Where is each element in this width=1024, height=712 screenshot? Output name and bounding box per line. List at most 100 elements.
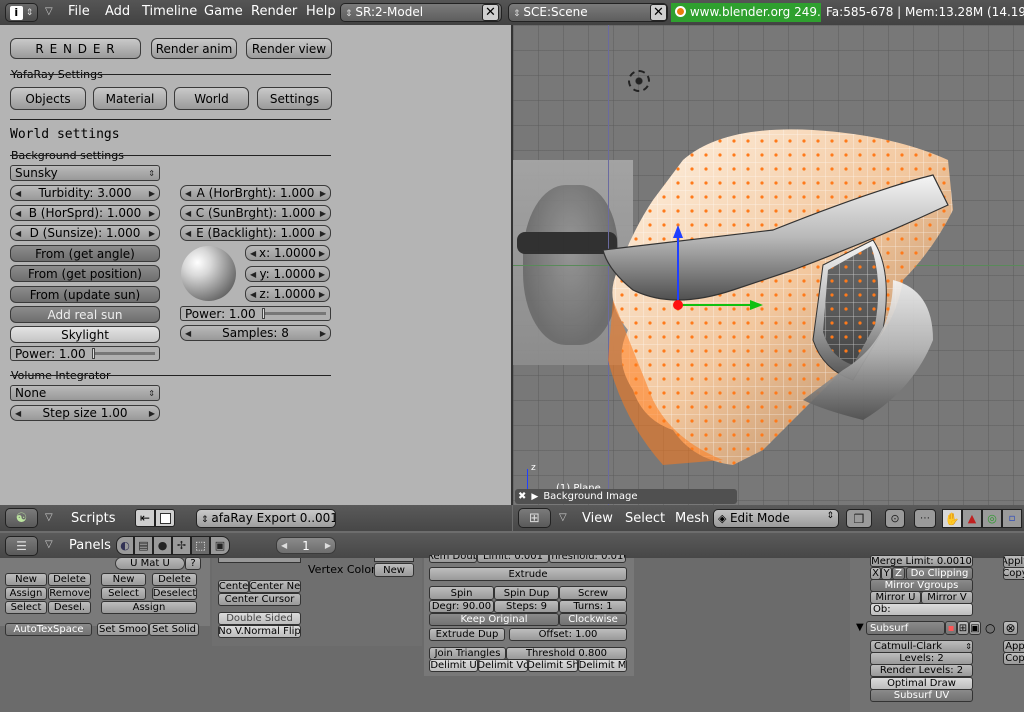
3d-cursor[interactable] xyxy=(628,70,650,92)
spin-button[interactable]: Spin xyxy=(429,586,494,600)
subsurf-modifier-header[interactable]: ▼ Subsurf ▪ ⊞ ▣ ○ ⊗ xyxy=(856,621,1024,636)
blender-url-link[interactable]: www.blender.org 249.2 xyxy=(671,3,821,22)
collapse-menu-icon[interactable]: ▽ xyxy=(45,6,53,17)
menu-select[interactable]: Select xyxy=(625,511,665,526)
render-view-button[interactable]: Render view xyxy=(246,38,332,59)
assign-vgroup-button[interactable]: Assign xyxy=(101,601,197,614)
power-slider-right[interactable]: Power: 1.00 xyxy=(180,306,331,321)
degrees-field[interactable]: Degr: 90.00 xyxy=(429,600,494,613)
offset-field[interactable]: Offset: 1.00 xyxy=(509,628,627,641)
buttons-window-icon[interactable]: ☰ xyxy=(5,536,38,556)
select-vgroup-button[interactable]: Select xyxy=(101,587,146,600)
add-real-sun-toggle[interactable]: Add real sun xyxy=(10,306,160,323)
draw-type-icon[interactable]: ❒ xyxy=(846,509,872,528)
step-size-field[interactable]: ◀ Step size 1.00 ▶ xyxy=(10,405,160,421)
editmode-toggle-icon[interactable]: ⊞ xyxy=(957,621,969,635)
view3d-window-icon[interactable]: ⊞ xyxy=(518,508,551,528)
menu-add[interactable]: Add xyxy=(105,4,130,19)
delete-modifier-button[interactable]: ⊗ xyxy=(1003,621,1018,635)
delimit-m-toggle[interactable]: Delimit M xyxy=(578,659,627,672)
sun-direction-sphere[interactable] xyxy=(181,246,236,301)
window-divider[interactable] xyxy=(511,25,513,505)
tab-world[interactable]: World xyxy=(174,87,249,110)
vertex-color-new-button[interactable]: New xyxy=(374,563,414,577)
delete-vgroup-button[interactable]: Delete xyxy=(152,573,197,586)
d-sunsize-field[interactable]: ◀ D (Sunsize): 1.000 ▶ xyxy=(10,225,160,241)
center-new-button[interactable]: Center Ne xyxy=(249,580,301,593)
scripts-menu[interactable]: Scripts xyxy=(71,511,115,526)
render-anim-button[interactable]: Render anim xyxy=(151,38,237,59)
mirror-object-field[interactable]: Ob: xyxy=(870,603,973,616)
center-cursor-button[interactable]: Center Cursor xyxy=(218,593,301,606)
3d-viewport[interactable]: z (1) Plane ✖ ▶ Background Image xyxy=(513,25,1024,505)
move-modifier-icon[interactable]: ○ xyxy=(985,621,995,635)
threshold-top-field[interactable]: Threshold: 0.010 xyxy=(549,555,626,563)
from-get-position-button[interactable]: From (get position) xyxy=(10,265,160,282)
no-vnormal-flip-toggle[interactable]: No V.Normal Flip xyxy=(218,625,301,638)
copy-button[interactable]: Cop xyxy=(1003,652,1024,665)
skylight-toggle[interactable]: Skylight xyxy=(10,326,160,343)
samples-field[interactable]: ◀ Samples: 8 ▶ xyxy=(180,325,331,341)
turns-field[interactable]: Turns: 1 xyxy=(559,600,627,613)
menu-render[interactable]: Render xyxy=(251,4,297,19)
delete-screen-button[interactable]: ✕ xyxy=(482,4,499,21)
a-horbrght-field[interactable]: ◀ A (HorBrght): 1.000 ▶ xyxy=(180,185,331,201)
merge-limit-field[interactable]: Merge Limit: 0.0010 xyxy=(870,555,973,567)
collapse-menu-icon[interactable]: ▽ xyxy=(559,512,567,523)
subsurf-uv-toggle[interactable]: Subsurf UV xyxy=(870,689,973,702)
mode-selector[interactable]: ◈ Edit Mode ⇕ xyxy=(713,509,839,528)
menu-game[interactable]: Game xyxy=(204,4,243,19)
autotexspace-toggle[interactable]: AutoTexSpace xyxy=(5,623,92,636)
script-window-icon[interactable]: ☯ xyxy=(5,508,38,528)
e-backlight-field[interactable]: ◀ E (Backlight): 1.000 ▶ xyxy=(180,225,331,241)
page-number-field[interactable]: ◀ 1 ▶ xyxy=(276,537,336,554)
script-selector[interactable]: ⇕ afaRay Export 0..001 xyxy=(196,509,336,528)
pivot-icon[interactable]: ⊙ xyxy=(885,509,905,528)
limit-field[interactable]: Limit: 0.001 xyxy=(477,555,549,563)
script-reload-button[interactable] xyxy=(155,509,175,527)
menu-view[interactable]: View xyxy=(582,511,613,526)
shading-context-icon[interactable]: ● xyxy=(153,536,172,555)
background-type-menu[interactable]: Sunsky ⇕ xyxy=(10,165,160,181)
delete-material-button[interactable]: Delete xyxy=(48,573,91,586)
new-vgroup-button[interactable]: New xyxy=(101,573,146,586)
modifier-name-field[interactable]: Subsurf xyxy=(866,621,945,635)
double-sided-toggle[interactable]: Double Sided xyxy=(218,612,301,625)
menu-timeline[interactable]: Timeline xyxy=(142,4,197,19)
scene-selector[interactable]: ⇕ SCE:Scene xyxy=(508,3,668,22)
centre-button[interactable]: Cente xyxy=(218,580,249,593)
collapse-menu-icon[interactable]: ▽ xyxy=(45,539,53,550)
back-arrow-button[interactable]: ⇤ xyxy=(135,509,155,527)
extrude-dup-button[interactable]: Extrude Dup xyxy=(429,628,505,641)
from-update-sun-button[interactable]: From (update sun) xyxy=(10,286,160,303)
steps-field[interactable]: Steps: 9 xyxy=(494,600,559,613)
info-icon[interactable]: i ⇕ xyxy=(5,3,38,22)
tab-material[interactable]: Material xyxy=(93,87,167,110)
rotate-manipulator-icon[interactable]: ◎ xyxy=(982,509,1002,528)
assign-material-button[interactable]: Assign xyxy=(5,587,47,600)
panels-menu[interactable]: Panels xyxy=(69,538,111,553)
transform-manipulator[interactable] xyxy=(663,220,773,320)
set-smooth-button[interactable]: Set Smoo xyxy=(97,623,149,636)
tab-objects[interactable]: Objects xyxy=(10,87,86,110)
b-horsprd-field[interactable]: ◀ B (HorSprd): 1.000 ▶ xyxy=(10,205,160,221)
from-get-angle-button[interactable]: From (get angle) xyxy=(10,245,160,262)
material-help-button[interactable]: ? xyxy=(185,557,201,570)
copy-button-top[interactable]: Copy xyxy=(1003,567,1024,580)
delete-scene-button[interactable]: ✕ xyxy=(650,4,667,21)
turbidity-field[interactable]: ◀ Turbidity: 3.000 ▶ xyxy=(10,185,160,201)
delimit-sh-toggle[interactable]: Delimit Sh xyxy=(528,659,578,672)
layers-icon[interactable]: ⋯ xyxy=(914,509,936,528)
rem-doub-button[interactable]: Rem Doub xyxy=(429,555,477,563)
script-context-icon[interactable]: ▤ xyxy=(134,536,153,555)
delimit-vc-toggle[interactable]: Delimit Vc xyxy=(478,659,528,672)
set-solid-button[interactable]: Set Solid xyxy=(149,623,199,636)
menu-help[interactable]: Help xyxy=(306,4,336,19)
menu-mesh[interactable]: Mesh xyxy=(675,511,709,526)
screen-selector[interactable]: ⇕ SR:2-Model xyxy=(340,3,502,22)
expand-modifier-icon[interactable]: ▼ xyxy=(856,622,864,633)
screw-button[interactable]: Screw xyxy=(559,586,627,600)
c-sunbrght-field[interactable]: ◀ C (SunBrght): 1.000 ▶ xyxy=(180,205,331,221)
editing-context-icon[interactable]: ⬚ xyxy=(191,536,210,555)
volume-type-menu[interactable]: None ⇕ xyxy=(10,385,160,401)
